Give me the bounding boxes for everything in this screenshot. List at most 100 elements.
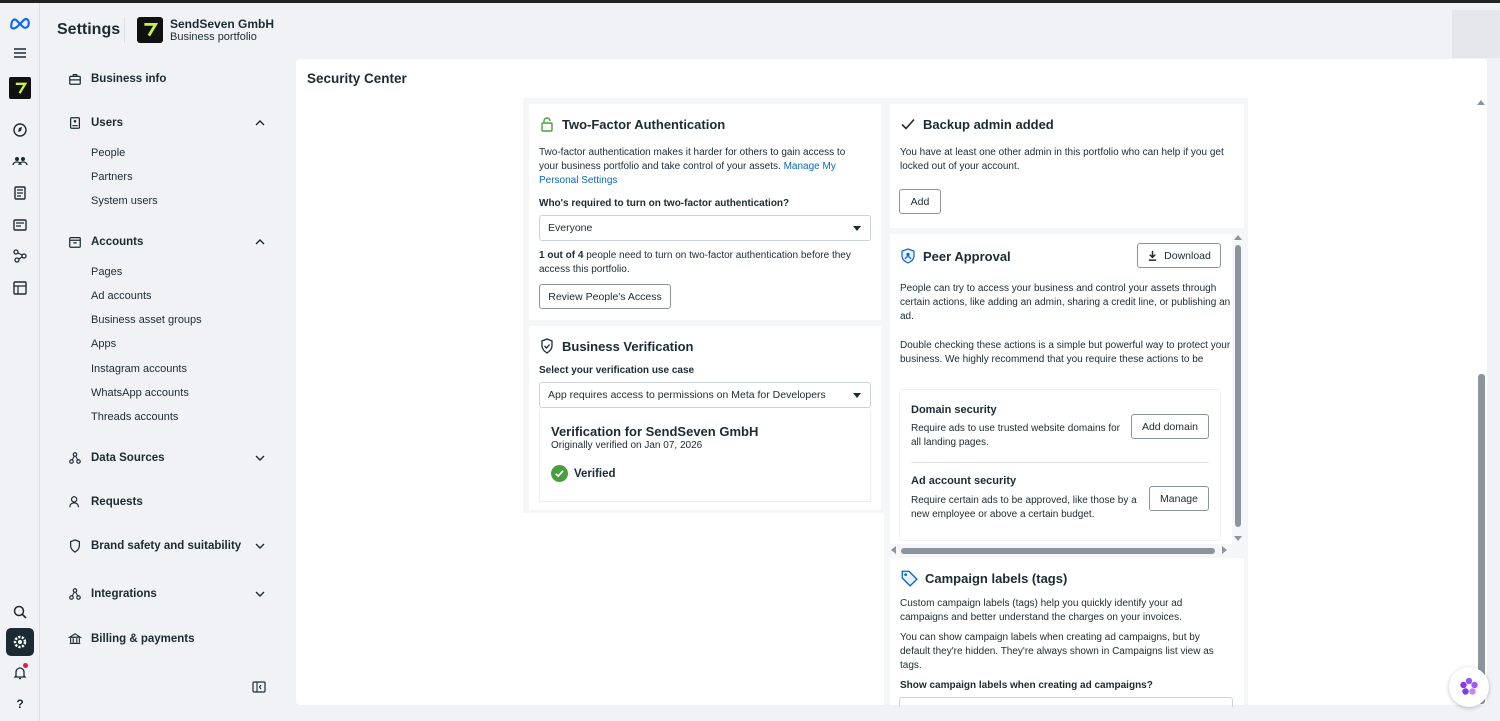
nav-partners[interactable]: Partners [91,171,133,183]
settings-icon[interactable] [6,628,34,656]
data-sources-icon [69,452,81,464]
nav-pages[interactable]: Pages [91,266,122,278]
bell-icon[interactable] [6,659,34,687]
domain-security-title: Domain security [911,404,997,416]
scroll-up-arrow-icon[interactable] [1234,235,1242,240]
campaign-labels-question: Show campaign labels when creating ad ca… [900,680,1153,691]
nav-instagram-accounts[interactable]: Instagram accounts [91,363,187,375]
nav-users[interactable]: Users [68,111,268,135]
campaign-labels-select[interactable] [899,697,1233,707]
download-button[interactable]: Download [1137,243,1221,268]
nav-apps[interactable]: Apps [91,338,116,350]
add-domain-button[interactable]: Add domain [1131,414,1209,439]
campaign-labels-title: Campaign labels (tags) [925,570,1068,586]
panel-divider [911,462,1209,463]
business-name[interactable]: SendSeven GmbH [170,17,274,31]
business-logo-icon[interactable] [6,74,34,102]
verification-use-case-select[interactable]: App requires access to permissions on Me… [539,382,871,408]
campaign-labels-desc2: You can show campaign labels when creati… [900,632,1214,671]
manage-button[interactable]: Manage [1149,486,1209,511]
nav-accounts[interactable]: Accounts [68,230,268,254]
verification-select-value: App requires access to permissions on Me… [548,389,826,401]
header-divider [124,17,125,43]
backup-admin-desc: You have at least one other admin in thi… [900,147,1224,172]
dropdown-caret-icon [853,393,861,398]
two-factor-select-value: Everyone [548,222,593,234]
chevron-down-icon [255,543,265,549]
download-label: Download [1164,249,1211,262]
nav-whatsapp-accounts[interactable]: WhatsApp accounts [91,387,189,399]
nav-integrations-label: Integrations [91,588,157,600]
verification-header: Business Verification [539,338,694,354]
menu-icon[interactable] [6,39,34,67]
search-icon[interactable] [6,598,34,626]
main-vertical-scrollbar[interactable] [1478,374,1485,704]
archive-icon [69,237,81,248]
two-factor-requirement-select[interactable]: Everyone [539,215,871,241]
id-card-icon [70,117,80,129]
chevron-down-icon [255,591,265,597]
verification-heading: Verification for SendSeven GmbH [551,424,759,439]
graph-icon[interactable] [6,242,34,270]
meta-logo-icon[interactable] [6,9,34,37]
notification-dot [23,663,28,668]
integrations-icon [69,588,81,600]
scroll-left-arrow-icon[interactable] [891,546,896,554]
shield-icon [70,539,80,553]
two-factor-header: Two-Factor Authentication [539,116,725,132]
backup-admin-card: Backup admin added You have at least one… [890,104,1244,228]
backup-admin-header: Backup admin added [900,116,1054,132]
security-center-title: Security Center [307,71,407,86]
nav-people[interactable]: People [91,147,125,159]
nav-ad-accounts[interactable]: Ad accounts [91,290,152,302]
compass-icon[interactable] [6,116,34,144]
nav-integrations[interactable]: Integrations [68,582,268,606]
person-icon [69,496,80,508]
chevron-down-icon [255,455,265,461]
business-logo[interactable] [137,17,163,43]
scroll-right-arrow-icon[interactable] [1222,546,1227,554]
collapse-sidebar-icon[interactable] [252,680,266,694]
pages-icon[interactable] [6,179,34,207]
peer-approval-vertical-scrollbar[interactable] [1235,245,1241,527]
nav-billing[interactable]: Billing & payments [68,627,268,651]
verified-check-icon [551,465,568,482]
add-admin-button[interactable]: Add [899,189,941,214]
review-peoples-access-button[interactable]: Review People's Access [539,284,671,309]
nav-requests-label: Requests [91,496,143,508]
nav-business-info[interactable]: Business info [68,67,268,91]
two-factor-desc: Two-factor authentication makes it harde… [539,146,861,188]
help-icon[interactable]: ? [6,690,34,718]
nav-requests[interactable]: Requests [68,490,268,514]
two-factor-count-bold: 1 out of 4 [539,250,584,261]
peer-approval-title: Peer Approval [923,248,1011,264]
nav-business-asset-groups[interactable]: Business asset groups [91,314,202,326]
page-title: Settings [57,21,121,38]
nav-threads-accounts[interactable]: Threads accounts [91,411,178,423]
nav-brand-safety[interactable]: Brand safety and suitability [68,534,268,558]
nav-business-info-label: Business info [91,73,167,85]
left-rail: ? [0,3,40,721]
two-factor-title: Two-Factor Authentication [562,116,726,132]
assistant-button[interactable] [1449,667,1489,707]
lock-icon [541,117,553,132]
checkmark-icon [901,118,915,130]
ad-account-security-title: Ad account security [911,475,1017,487]
nav-data-sources[interactable]: Data Sources [68,446,268,470]
briefcase-icon [69,74,81,85]
nav-system-users[interactable]: System users [91,195,158,207]
main-scroll-up-arrow-icon[interactable] [1477,100,1485,105]
download-icon [1148,250,1157,261]
header-corner-panel [1452,10,1500,58]
business-subtitle: Business portfolio [170,31,257,43]
people-icon[interactable] [6,147,34,175]
verified-status: Verified [551,465,616,482]
peer-approval-header: Peer Approval [900,248,1011,264]
bank-icon [68,633,82,644]
shield-person-icon [901,248,915,264]
peer-approval-horizontal-scrollbar[interactable] [901,548,1215,554]
assistant-flower-icon [1460,677,1478,695]
campaign-icon[interactable] [6,211,34,239]
scroll-down-arrow-icon[interactable] [1234,536,1242,541]
catalog-icon[interactable] [6,274,34,302]
